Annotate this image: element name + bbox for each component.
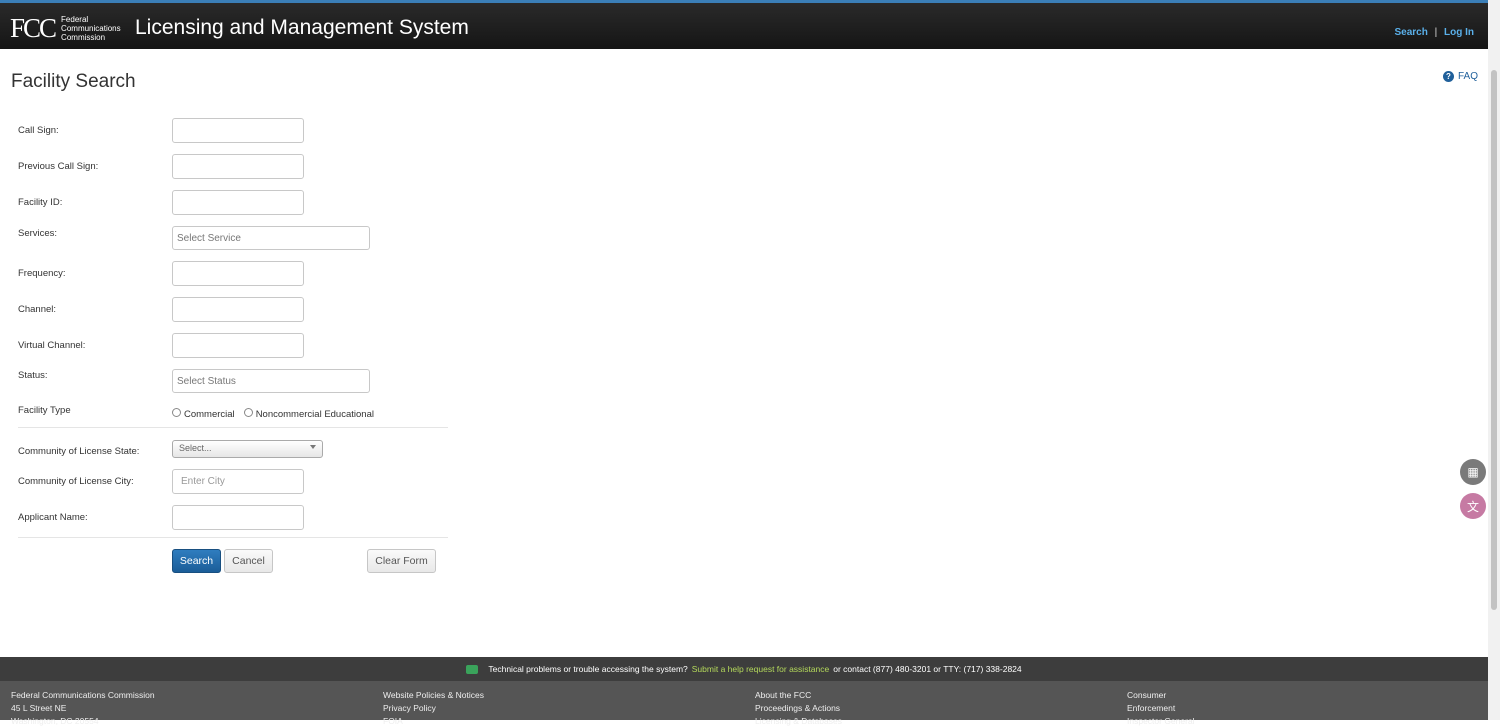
buttons-divider [18,537,448,538]
chat-icon [466,664,479,674]
search-button[interactable]: Search [172,549,221,573]
facility-type-radio-group: Commercial Noncommercial Educational [172,405,383,420]
commercial-radio[interactable] [172,408,181,417]
logo-line-2: Communications [61,23,121,33]
footer-link-consumer[interactable]: Consumer [1127,689,1195,702]
facility-id-label: Facility ID: [18,197,63,208]
applicant-name-label: Applicant Name: [18,512,88,523]
scrollbar-thumb[interactable] [1491,70,1497,610]
channel-label: Channel: [18,304,57,315]
fcc-logo-mark: FCC [10,12,57,43]
footer-col-about: About the FCC Proceedings & Actions Lice… [755,689,842,728]
footer-city: Washington, DC 20554 [11,716,99,726]
footer-org-name: Federal Communications Commission [11,690,155,700]
state-select[interactable]: Select... [172,440,323,458]
apps-grid-icon[interactable]: ▦ [1460,459,1486,485]
login-link[interactable]: Log In [1444,27,1474,38]
footer-col-bureaus: Consumer Enforcement Inspector General [1127,689,1195,728]
page-title: Facility Search [11,71,136,92]
translate-icon[interactable]: 文 [1460,493,1486,519]
footer-link-enforcement[interactable]: Enforcement [1127,702,1195,715]
commercial-radio-label[interactable]: Commercial [184,409,235,420]
frequency-label: Frequency: [18,268,66,279]
facility-id-input[interactable] [172,190,304,215]
question-icon: ? [1442,71,1454,82]
app-title: Licensing and Management System [135,16,469,39]
noncommercial-radio-label[interactable]: Noncommercial Educational [256,409,374,420]
status-label: Status: [18,370,48,381]
clear-form-button[interactable]: Clear Form [367,549,436,573]
channel-input[interactable] [172,297,304,322]
search-link[interactable]: Search [1394,27,1427,38]
frequency-input[interactable] [172,261,304,286]
facility-type-label: Facility Type [18,405,71,416]
footer-link-about[interactable]: About the FCC [755,689,842,702]
footer-link-website-policies[interactable]: Website Policies & Notices [383,689,484,702]
help-bar: Technical problems or trouble accessing … [0,657,1488,681]
page-footer: Technical problems or trouble accessing … [0,657,1488,726]
footer-street: 45 L Street NE [11,703,67,713]
help-request-link[interactable]: Submit a help request for assistance [692,664,830,674]
virtual-channel-label: Virtual Channel: [18,340,86,351]
previous-call-sign-input[interactable] [172,154,304,179]
services-label: Services: [18,228,58,239]
city-label: Community of License City: [18,476,134,487]
help-suffix: or contact (877) 480-3201 or TTY: (717) … [833,664,1022,674]
top-nav-links: Search | Log In [1392,27,1476,38]
call-sign-label: Call Sign: [18,125,59,136]
footer-col-address: Federal Communications Commission 45 L S… [11,689,155,728]
app-header: FCC Federal Communications Commission Li… [0,0,1488,49]
footer-link-privacy[interactable]: Privacy Policy [383,702,484,715]
services-select[interactable] [172,226,370,250]
footer-columns: Federal Communications Commission 45 L S… [0,681,1488,726]
link-separator: | [1434,27,1438,38]
fcc-logo-text: Federal Communications Commission [61,15,121,42]
cancel-button[interactable]: Cancel [224,549,273,573]
footer-col-policies: Website Policies & Notices Privacy Polic… [383,689,484,728]
call-sign-input[interactable] [172,118,304,143]
faq-label: FAQ [1457,71,1478,82]
help-prefix: Technical problems or trouble accessing … [488,664,688,674]
footer-link-foia[interactable]: FOIA [383,715,484,728]
page-scrollbar[interactable] [1488,0,1500,720]
state-select-value: Select... [179,443,212,453]
footer-link-licensing[interactable]: Licensing & Databases [755,715,842,728]
applicant-name-input[interactable] [172,505,304,530]
form-divider [18,427,448,428]
footer-link-inspector[interactable]: Inspector General [1127,715,1195,728]
logo-line-1: Federal [61,14,89,24]
city-input[interactable] [172,469,304,494]
footer-link-proceedings[interactable]: Proceedings & Actions [755,702,842,715]
noncommercial-radio[interactable] [243,408,253,417]
fcc-logo[interactable]: FCC Federal Communications Commission [10,13,121,43]
logo-line-3: Commission [61,32,106,42]
virtual-channel-input[interactable] [172,333,304,358]
status-select[interactable] [172,369,370,393]
previous-call-sign-label: Previous Call Sign: [18,161,99,172]
state-label: Community of License State: [18,446,140,457]
faq-link[interactable]: ? FAQ [1442,71,1478,82]
chevron-down-icon [310,445,316,449]
